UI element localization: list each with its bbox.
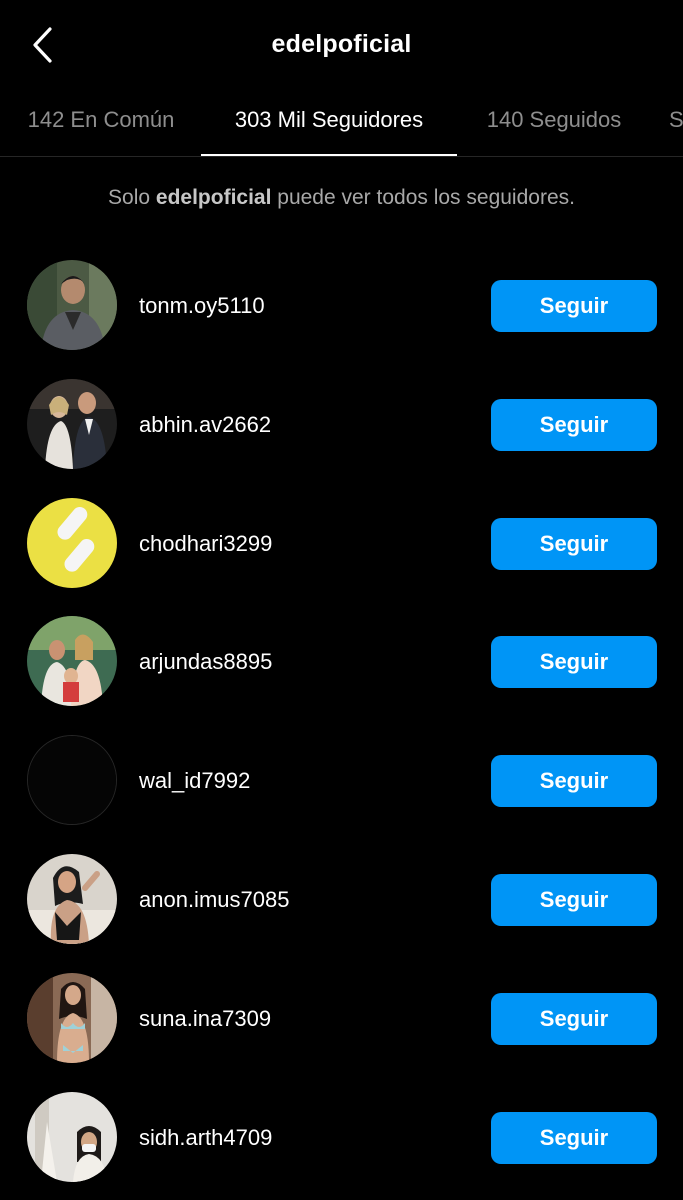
avatar[interactable] [27, 616, 117, 707]
avatar[interactable] [27, 260, 117, 350]
tab-followers[interactable]: 303 Mil Seguidores [201, 96, 457, 154]
follow-button[interactable]: Seguir [491, 755, 657, 808]
tab-suggested[interactable]: S [669, 96, 683, 154]
avatar[interactable] [27, 972, 117, 1063]
avatar[interactable] [27, 378, 117, 469]
follower-username[interactable]: wal_id7992 [139, 722, 250, 840]
follow-button[interactable]: Seguir [491, 398, 657, 451]
list-item: chodhari3299 Seguir [0, 485, 683, 604]
list-item: tonm.oy5110 Seguir [0, 247, 683, 366]
list-item: anon.imus7085 Seguir [0, 841, 683, 960]
notice-account-name: edelpoficial [155, 186, 272, 209]
follow-button[interactable]: Seguir [491, 280, 657, 332]
list-item: suna.ina7309 Seguir [0, 960, 683, 1079]
follower-username[interactable]: tonm.oy5110 [139, 247, 265, 365]
profile-title: edelpoficial [271, 30, 412, 58]
followers-notice: Solo edelpoficial puede ver todos los se… [108, 186, 575, 209]
tab-following[interactable]: 140 Seguidos [478, 96, 630, 154]
follower-username[interactable]: suna.ina7309 [139, 960, 271, 1078]
active-tab-indicator [201, 154, 457, 156]
avatar[interactable] [27, 735, 117, 826]
follow-button[interactable]: Seguir [491, 1111, 657, 1164]
tab-mutual[interactable]: 142 En Común [20, 96, 182, 154]
follow-button[interactable]: Seguir [491, 873, 657, 926]
follower-username[interactable]: arjundas8895 [139, 603, 272, 721]
avatar[interactable] [27, 853, 117, 944]
top-bar: edelpoficial [0, 0, 683, 96]
list-item: abhin.av2662 Seguir [0, 366, 683, 485]
list-item: wal_id7992 Seguir [0, 722, 683, 841]
avatar[interactable] [27, 1091, 117, 1182]
list-item: arjundas8895 Seguir [0, 603, 683, 722]
follower-username[interactable]: sidh.arth4709 [139, 1079, 272, 1197]
follow-button[interactable]: Seguir [491, 636, 657, 689]
list-item: sidh.arth4709 Seguir [0, 1079, 683, 1198]
follower-username[interactable]: anon.imus7085 [139, 841, 289, 959]
follower-username[interactable]: abhin.av2662 [139, 366, 271, 484]
followers-list: tonm.oy5110 Seguir abhin.av2662 Seguir c… [0, 247, 683, 1197]
follow-button[interactable]: Seguir [491, 517, 657, 570]
follower-username[interactable]: chodhari3299 [139, 485, 272, 603]
avatar[interactable] [27, 497, 117, 588]
tab-bar: 142 En Común 303 Mil Seguidores 140 Segu… [0, 96, 683, 157]
follow-button[interactable]: Seguir [491, 992, 657, 1045]
